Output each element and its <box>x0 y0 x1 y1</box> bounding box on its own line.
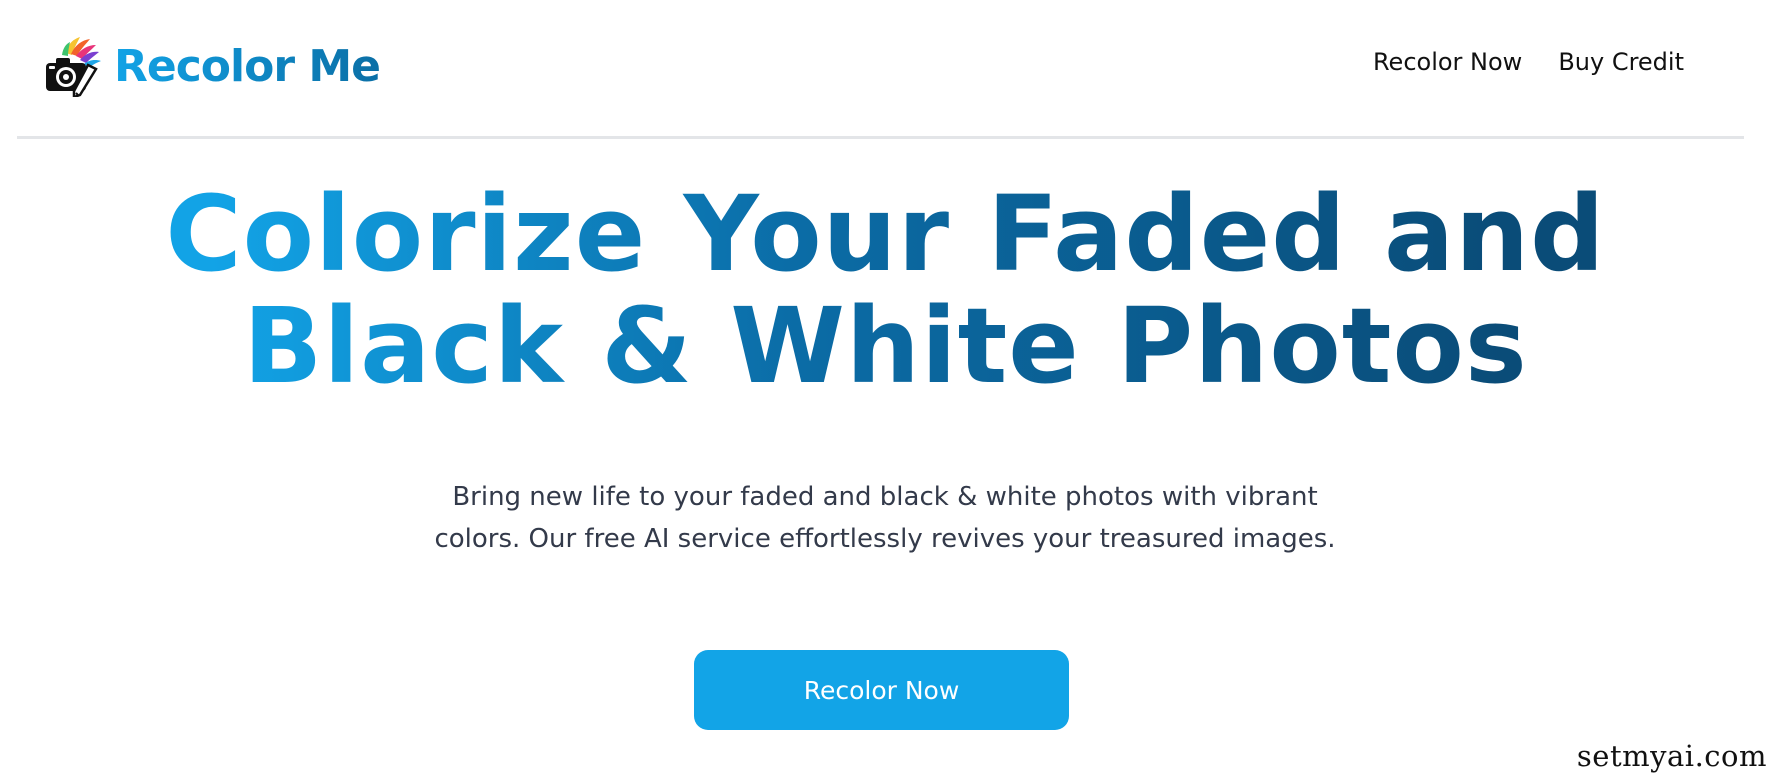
brand-name: Recolor Me <box>114 40 381 92</box>
recolor-now-button[interactable]: Recolor Now <box>694 650 1069 730</box>
hero-title-line-2: Black & White Photos <box>243 285 1528 407</box>
nav-link-recolor-now[interactable]: Recolor Now <box>1373 48 1522 76</box>
brand-logo-link[interactable]: Recolor Me <box>44 34 381 98</box>
watermark-text: setmyai.com <box>1576 739 1767 773</box>
hero-title-line-1: Colorize Your Faded and <box>165 173 1606 295</box>
page: Recolor Me Recolor Now Buy Credit Colori… <box>0 0 1771 775</box>
hero-description: Bring new life to your faded and black &… <box>434 482 1336 554</box>
camera-paint-icon <box>46 37 101 97</box>
hero-title: Colorize Your Faded and Black & White Ph… <box>0 178 1771 402</box>
nav-link-buy-credit[interactable]: Buy Credit <box>1558 48 1684 76</box>
site-header: Recolor Me Recolor Now Buy Credit <box>0 0 1771 138</box>
header-divider <box>17 136 1744 139</box>
main-nav: Recolor Now Buy Credit <box>1373 48 1684 76</box>
